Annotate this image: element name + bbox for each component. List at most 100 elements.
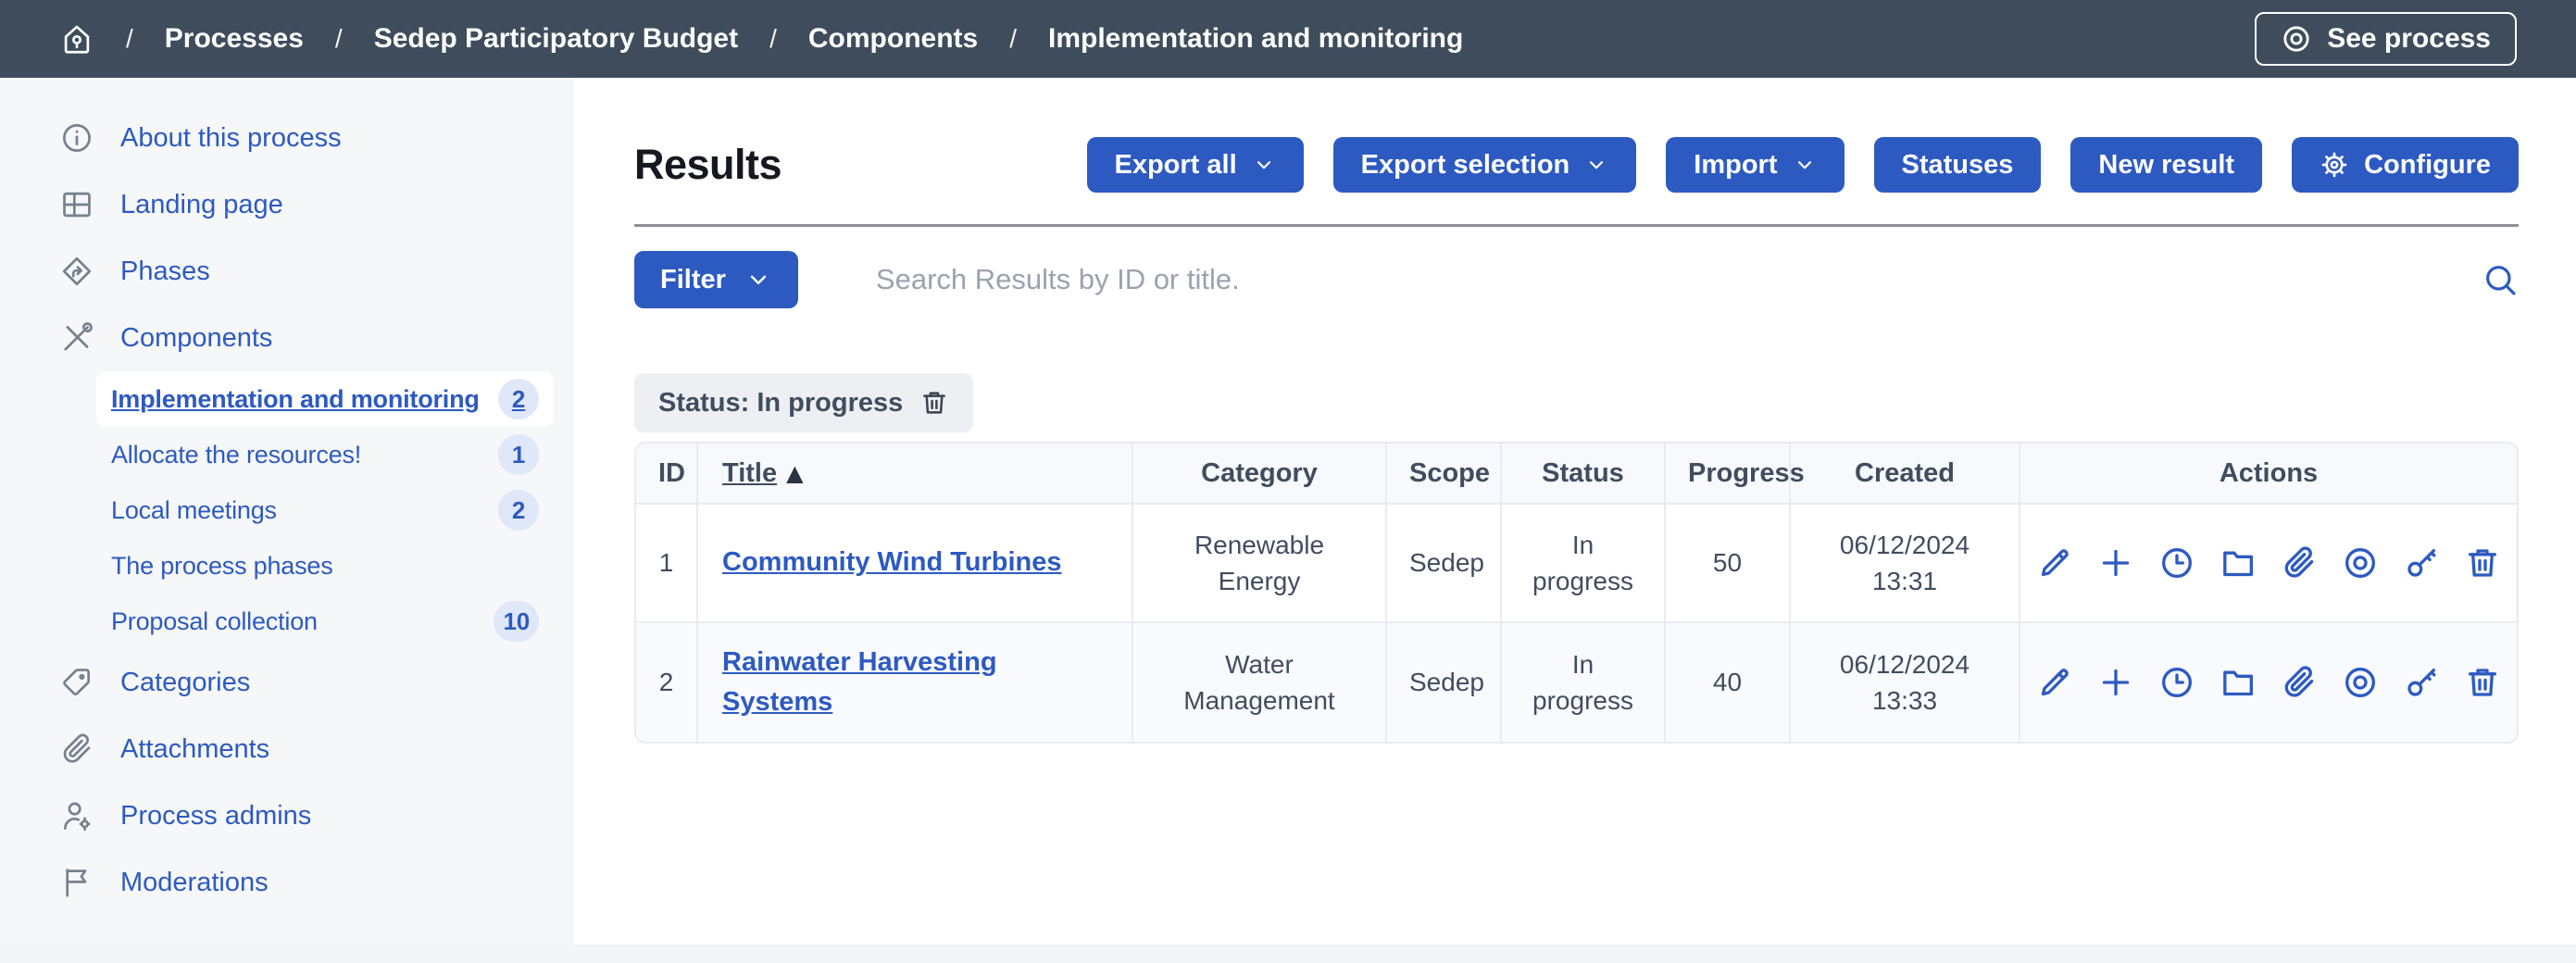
results-table: ID Title ▲ Category Scope Status Progres… — [636, 444, 2517, 742]
new-child-action-button[interactable] — [2097, 664, 2134, 701]
user-gear-icon — [59, 798, 94, 833]
sidebar-subitem-proposal-collection[interactable]: Proposal collection 10 — [96, 594, 554, 649]
remove-filter-trash-icon[interactable] — [919, 388, 949, 418]
edit-action-button[interactable] — [2036, 664, 2073, 701]
sidebar-subitem-implementation-and-monitoring[interactable]: Implementation and monitoring 2 — [96, 371, 554, 427]
home-icon — [59, 21, 94, 56]
new-child-action-button[interactable] — [2097, 544, 2134, 582]
sidebar-subitem-label: Implementation and monitoring — [111, 385, 480, 414]
chevron-down-icon — [1252, 153, 1276, 177]
trash-icon — [2464, 664, 2501, 701]
configure-label: Configure — [2364, 150, 2491, 181]
sidebar-item-about-this-process[interactable]: About this process — [0, 105, 574, 171]
import-label: Import — [1694, 150, 1777, 181]
sidebar-subitem-local-meetings[interactable]: Local meetings 2 — [96, 482, 554, 538]
title-sort-control[interactable]: Title ▲ — [722, 458, 804, 489]
sidebar-item-components[interactable]: Components — [0, 305, 574, 371]
sidebar-subitem-label: Local meetings — [111, 496, 277, 525]
clock-icon — [2158, 544, 2195, 582]
sidebar-subitem-label: Allocate the resources! — [111, 441, 361, 469]
breadcrumb-separator: / — [769, 24, 777, 54]
cell-actions — [2020, 505, 2517, 623]
header-title: Title ▲ — [698, 444, 1133, 505]
search-input[interactable] — [874, 262, 2463, 297]
statuses-button[interactable]: Statuses — [1874, 137, 2042, 193]
sidebar-item-moderations[interactable]: Moderations — [0, 849, 574, 916]
export-selection-button[interactable]: Export selection — [1333, 137, 1637, 193]
cell-id: 1 — [636, 505, 698, 623]
home-breadcrumb-link[interactable] — [59, 21, 94, 56]
paperclip-icon — [2281, 544, 2318, 582]
sidebar-item-label: Process admins — [120, 801, 311, 832]
gear-icon — [2320, 150, 2349, 180]
edit-action-button[interactable] — [2036, 544, 2073, 582]
see-process-label: See process — [2327, 23, 2491, 55]
permissions-action-button[interactable] — [2403, 664, 2440, 701]
timeline-action-button[interactable] — [2158, 664, 2195, 701]
breadcrumb-separator: / — [1009, 24, 1017, 54]
breadcrumb-separator: / — [335, 24, 343, 54]
chevron-down-icon — [1584, 153, 1608, 177]
cell-status: In progress — [1502, 623, 1666, 742]
sidebar-item-phases[interactable]: Phases — [0, 238, 574, 305]
cell-created: 06/12/2024 13:31 — [1791, 505, 2020, 623]
sort-ascending-icon: ▲ — [786, 460, 803, 486]
sidebar-item-process-admins[interactable]: Process admins — [0, 782, 574, 849]
cell-status: In progress — [1502, 505, 1666, 623]
sidebar-item-label: About this process — [120, 123, 342, 154]
breadcrumb-item-process-name[interactable]: Sedep Participatory Budget — [374, 23, 738, 55]
see-process-button[interactable]: See process — [2255, 12, 2517, 66]
sidebar-subitem-the-process-phases[interactable]: The process phases — [96, 538, 554, 594]
breadcrumb-item-components[interactable]: Components — [808, 23, 978, 55]
breadcrumb-item-processes[interactable]: Processes — [165, 23, 304, 55]
permissions-action-button[interactable] — [2403, 544, 2440, 582]
sidebar-subitem-label: The process phases — [111, 552, 333, 581]
layout-icon — [59, 187, 94, 222]
info-icon — [59, 120, 94, 156]
delete-action-button[interactable] — [2464, 664, 2501, 701]
search-button[interactable] — [2482, 261, 2519, 298]
delete-action-button[interactable] — [2464, 544, 2501, 582]
attachments-action-button[interactable] — [2281, 664, 2318, 701]
created-time: 13:33 — [1813, 682, 1996, 719]
import-button[interactable]: Import — [1666, 137, 1844, 193]
configure-button[interactable]: Configure — [2292, 137, 2519, 193]
applied-filter-label: Status: In progress — [658, 388, 903, 419]
timeline-action-button[interactable] — [2158, 544, 2195, 582]
sidebar-item-categories[interactable]: Categories — [0, 649, 574, 716]
sidebar-item-attachments[interactable]: Attachments — [0, 716, 574, 782]
result-title-link[interactable]: Community Wind Turbines — [722, 547, 1062, 577]
sidebar-subitem-allocate-the-resources[interactable]: Allocate the resources! 1 — [96, 427, 554, 482]
breadcrumb-item-current-component[interactable]: Implementation and monitoring — [1048, 23, 1463, 55]
project-action-button[interactable] — [2220, 544, 2257, 582]
toolbar: Export all Export selection Import Statu… — [1087, 137, 2520, 193]
plus-icon — [2097, 544, 2134, 582]
new-result-label: New result — [2098, 150, 2234, 181]
app-window: / Processes / Sedep Participatory Budget… — [0, 0, 2576, 963]
clock-icon — [2158, 664, 2195, 701]
preview-action-button[interactable] — [2342, 664, 2379, 701]
tag-icon — [59, 665, 94, 700]
export-all-label: Export all — [1115, 150, 1237, 181]
attachments-action-button[interactable] — [2281, 544, 2318, 582]
cell-created: 06/12/2024 13:33 — [1791, 623, 2020, 742]
table-header-row: ID Title ▲ Category Scope Status Progres… — [636, 444, 2517, 505]
flag-icon — [59, 865, 94, 900]
folder-icon — [2220, 544, 2257, 582]
export-all-button[interactable]: Export all — [1087, 137, 1304, 193]
project-action-button[interactable] — [2220, 664, 2257, 701]
chevron-down-icon — [744, 266, 772, 294]
pencil-icon — [2036, 664, 2073, 701]
topbar: / Processes / Sedep Participatory Budget… — [0, 0, 2576, 78]
sidebar-item-landing-page[interactable]: Landing page — [0, 171, 574, 238]
header-category: Category — [1133, 444, 1387, 505]
result-title-link[interactable]: Rainwater Harvesting Systems — [722, 647, 997, 718]
new-result-button[interactable]: New result — [2070, 137, 2262, 193]
sidebar-subitem-label: Proposal collection — [111, 607, 318, 636]
cell-scope: Sedep — [1387, 505, 1502, 623]
preview-action-button[interactable] — [2342, 544, 2379, 582]
sidebar-item-label: Phases — [120, 256, 210, 287]
filter-button[interactable]: Filter — [634, 251, 798, 308]
sidebar-item-label: Moderations — [120, 868, 269, 898]
chevron-down-icon — [1793, 153, 1817, 177]
